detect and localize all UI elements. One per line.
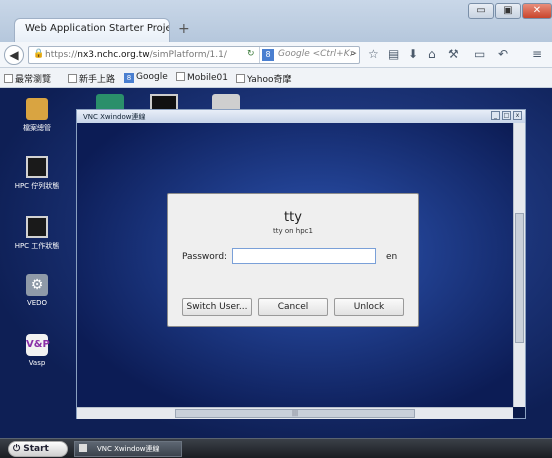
addon-icon[interactable]: ⚒ (448, 47, 459, 61)
minimize-button[interactable]: ▭ (468, 3, 494, 19)
search-box[interactable]: 8 Google <Ctrl+K> ⌕ (259, 47, 361, 63)
page-icon (68, 74, 77, 83)
browser-titlebar: Web Application Starter Project + ▭ ▣ ✕ (0, 0, 552, 42)
vertical-scrollbar[interactable] (513, 123, 525, 407)
vnc-display[interactable]: tty tty on hpc1 Password: en Switch User… (77, 123, 513, 407)
vnc-window: VNC Xwindow連線 _ □ x tty tty on hpc1 Pass… (76, 109, 526, 419)
maximize-button[interactable]: ▣ (495, 3, 521, 19)
home-icon[interactable]: ⌂ (428, 47, 436, 61)
desktop-icon-hpc-queue[interactable]: HPC 佇列狀態 (0, 156, 74, 191)
switch-user-button[interactable]: Switch User... (182, 298, 252, 316)
desktop-icon-vedo[interactable]: ⚙ VEDO (0, 274, 74, 307)
close-button[interactable]: ✕ (522, 3, 552, 19)
share-icon[interactable]: ↶ (498, 47, 508, 61)
bookmarks-icon[interactable]: ▤ (388, 47, 399, 61)
window-icon (79, 444, 87, 452)
desktop-icon-hpc-job[interactable]: HPC 工作狀態 (0, 216, 74, 251)
reload-icon[interactable]: ↻ (247, 49, 255, 59)
bookmark-most-visited[interactable]: 最常瀏覽 (4, 72, 51, 85)
tab-title: Web Application Starter Project (25, 23, 170, 34)
page-icon (236, 74, 245, 83)
monitor-icon (26, 156, 48, 178)
browser-navbar: ◀ 🔒 https://nx3.nchc.org.tw/simPlatform/… (0, 42, 552, 68)
browser-tab[interactable]: Web Application Starter Project (14, 18, 170, 42)
new-tab-button[interactable]: + (178, 21, 190, 37)
search-icon[interactable]: ⌕ (350, 48, 356, 59)
menu-icon[interactable]: ≡ (532, 47, 542, 61)
url-bar[interactable]: 🔒 https://nx3.nchc.org.tw/simPlatform/1.… (28, 46, 360, 64)
unlock-dialog: tty tty on hpc1 Password: en Switch User… (167, 193, 419, 327)
unlock-button[interactable]: Unlock (334, 298, 404, 316)
search-placeholder: Google <Ctrl+K> (278, 49, 358, 59)
dialog-title: tty (284, 210, 302, 225)
bookmark-icon (4, 74, 13, 83)
lock-icon: 🔒 (33, 49, 45, 59)
gear-icon: ⚙ (26, 274, 48, 296)
password-label: Password: (182, 252, 228, 262)
scroll-thumb[interactable] (515, 213, 524, 343)
monitor-icon (26, 216, 48, 238)
bookmark-getting-started[interactable]: 新手上路 (68, 72, 115, 85)
vnc-titlebar: VNC Xwindow連線 _ □ x (77, 110, 525, 123)
horizontal-scrollbar[interactable]: ||| (77, 407, 513, 419)
folder-icon (26, 98, 48, 120)
vnc-maximize-button[interactable]: □ (502, 111, 511, 120)
back-button[interactable]: ◀ (4, 45, 24, 65)
password-input[interactable] (232, 248, 376, 264)
power-icon: ⏻ (13, 444, 24, 454)
keyboard-layout: en (386, 252, 398, 262)
google-icon: 8 (124, 73, 134, 83)
bookmark-yahoo[interactable]: Yahoo奇摩 (236, 72, 292, 85)
vnc-title: VNC Xwindow連線 (83, 113, 146, 121)
dialog-subtitle: tty on hpc1 (273, 227, 313, 235)
bookmark-google[interactable]: 8 Google (124, 72, 168, 83)
bookmarks-bar: 最常瀏覽 新手上路 8 Google Mobile01 Yahoo奇摩 (0, 68, 552, 88)
desktop-icon-vasp[interactable]: V&P Vasp (0, 334, 74, 367)
scroll-thumb[interactable]: ||| (175, 409, 415, 418)
download-icon[interactable]: ⬇ (408, 47, 418, 61)
chat-icon[interactable]: ▭ (474, 47, 485, 61)
url-text: https://nx3.nchc.org.tw/simPlatform/1.1/ (45, 50, 227, 60)
taskbar: ⏻ Start VNC Xwindow連線 (0, 438, 552, 458)
vnc-minimize-button[interactable]: _ (491, 111, 500, 120)
bookmark-mobile01[interactable]: Mobile01 (176, 72, 228, 83)
page-icon (176, 72, 185, 81)
cancel-button[interactable]: Cancel (258, 298, 328, 316)
start-button[interactable]: ⏻ Start (8, 441, 68, 457)
taskbar-item-vnc[interactable]: VNC Xwindow連線 (74, 441, 182, 457)
arrow-left-icon: ◀ (9, 48, 19, 62)
vnc-close-button[interactable]: x (513, 111, 522, 120)
star-icon[interactable]: ☆ (368, 47, 379, 61)
vasp-icon: V&P (26, 334, 50, 356)
google-icon: 8 (262, 49, 274, 61)
desktop-icon-file-manager[interactable]: 檔案總管 (0, 98, 74, 133)
remote-desktop: 檔案總管 HPC 佇列狀態 HPC 工作狀態 ⚙ VEDO V&P Vasp V… (0, 88, 552, 438)
